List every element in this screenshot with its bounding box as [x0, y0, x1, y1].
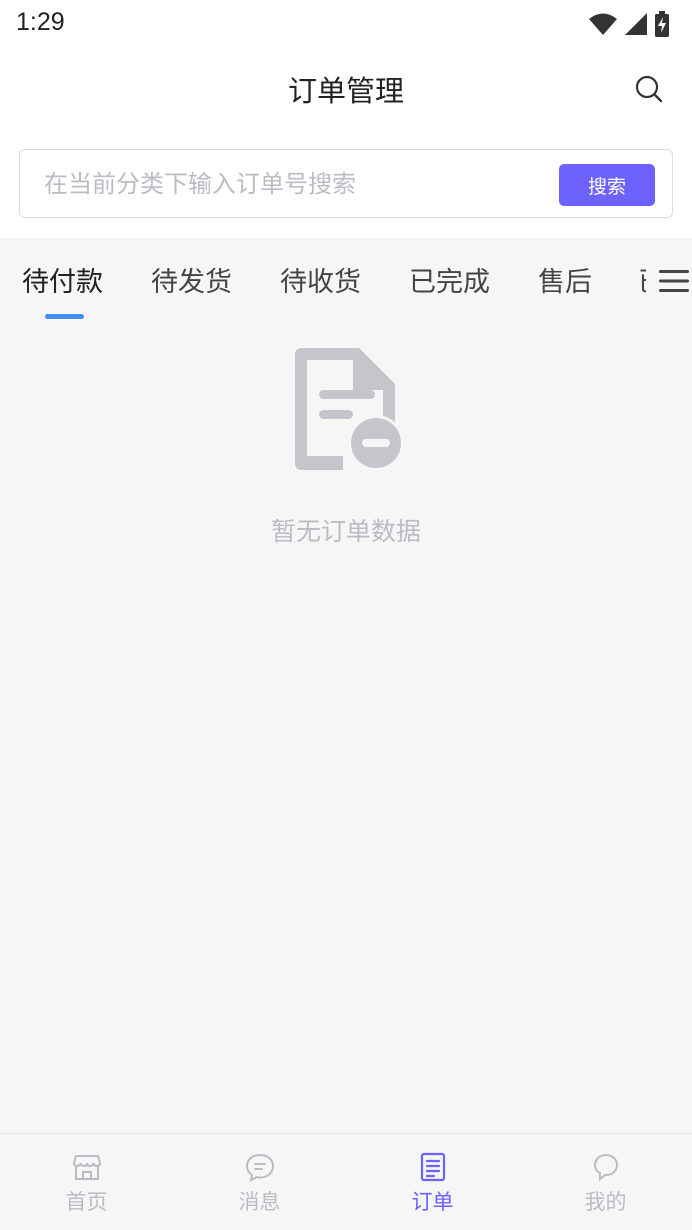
status-bar: 1:29: [0, 0, 692, 48]
order-icon: [420, 1152, 446, 1182]
cellular-signal-icon: [625, 13, 647, 35]
search-icon[interactable]: [634, 74, 664, 104]
tab-pending-payment[interactable]: 待付款: [22, 260, 103, 299]
search-button[interactable]: 搜索: [559, 164, 655, 206]
page-title: 订单管理: [287, 74, 404, 108]
bottom-nav-profile-label: 我的: [584, 1190, 627, 1214]
bottom-nav-home-label: 首页: [65, 1190, 108, 1214]
bottom-nav-home[interactable]: 首页: [0, 1134, 173, 1230]
search-input[interactable]: [44, 150, 544, 217]
bottom-nav-messages[interactable]: 消息: [173, 1134, 346, 1230]
status-time: 1:29: [16, 8, 65, 36]
search-box: 搜索: [19, 149, 673, 218]
order-status-tabs: 待付款 待发货 待收货 已完成 售后 已: [0, 238, 692, 324]
bottom-nav-orders-label: 订单: [411, 1190, 454, 1214]
wifi-icon: [589, 13, 617, 35]
status-icons: [588, 10, 670, 38]
bottom-nav-profile[interactable]: 我的: [519, 1134, 692, 1230]
bottom-nav: 首页 消息 订单 我的: [0, 1133, 692, 1230]
tab-active-indicator: [45, 314, 84, 319]
bottom-nav-messages-label: 消息: [238, 1190, 281, 1214]
tab-pending-shipment[interactable]: 待发货: [151, 260, 232, 299]
profile-icon: [593, 1153, 619, 1182]
empty-document-icon: [295, 348, 404, 471]
tab-pending-receipt[interactable]: 待收货: [280, 260, 361, 299]
menu-icon[interactable]: [659, 269, 689, 293]
tab-after-sales[interactable]: 售后: [538, 260, 592, 299]
tab-overflow[interactable]: 已: [638, 260, 646, 299]
battery-charging-icon: [655, 11, 669, 37]
tab-completed[interactable]: 已完成: [409, 260, 490, 299]
header: 订单管理: [0, 48, 692, 128]
search-area: 搜索: [0, 128, 692, 238]
message-icon: [245, 1153, 275, 1182]
store-icon: [72, 1155, 102, 1180]
empty-state-text: 暂无订单数据: [270, 517, 421, 546]
bottom-nav-orders[interactable]: 订单: [346, 1134, 519, 1230]
